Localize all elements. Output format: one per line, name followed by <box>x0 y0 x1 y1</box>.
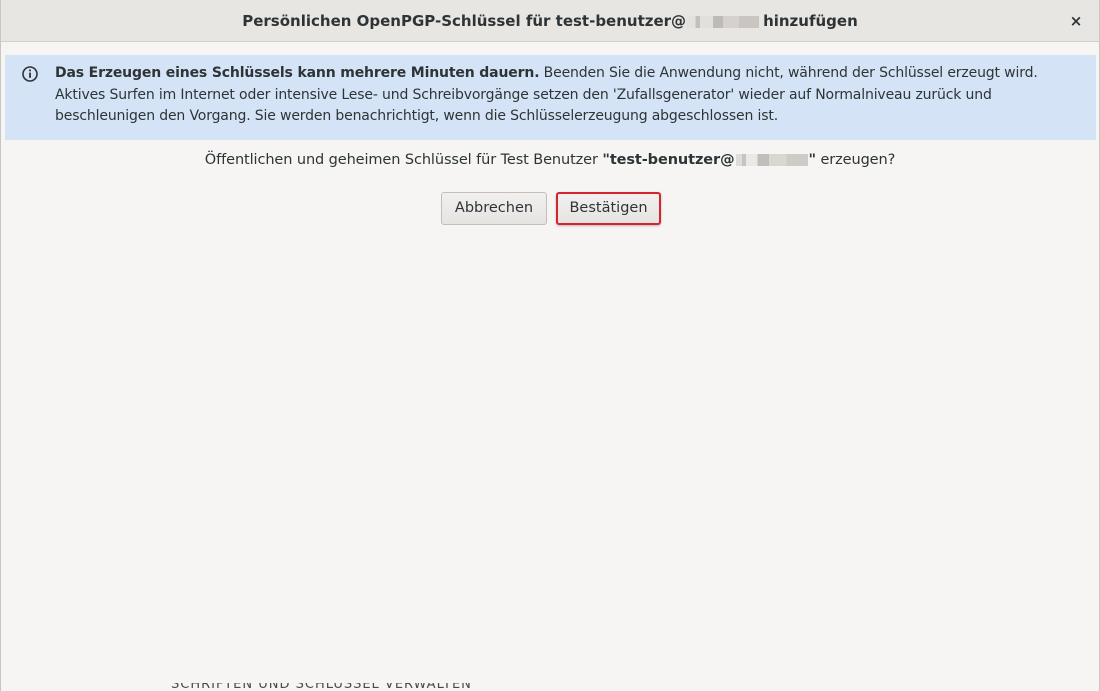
redacted-email-domain <box>735 154 808 166</box>
question-email-start: "test-benutzer@ <box>602 152 735 168</box>
close-button[interactable]: × <box>1065 10 1087 32</box>
close-icon: × <box>1069 12 1083 30</box>
window-title: Persönlichen OpenPGP-Schlüssel für test-… <box>1 0 1099 42</box>
info-circle-icon <box>22 66 38 82</box>
background-window-text: SCHRIFTEN UND SCHLÜSSEL VERWALTEN <box>171 683 546 691</box>
info-bar: Das Erzeugen eines Schlüssels kann mehre… <box>5 55 1096 140</box>
background-window-label: SCHRIFTEN UND SCHLÜSSEL VERWALTEN <box>171 683 472 691</box>
question-email-end: " <box>808 152 817 168</box>
window-title-start: Persönlichen OpenPGP-Schlüssel für test-… <box>242 12 687 30</box>
title-bar: Persönlichen OpenPGP-Schlüssel für test-… <box>1 0 1099 42</box>
question-suffix: erzeugen? <box>815 152 896 168</box>
question-email: "test-benutzer@ " <box>602 152 816 168</box>
info-message-bold: Das Erzeugen eines Schlüssels kann mehre… <box>55 65 540 81</box>
confirmation-question: Öffentlichen und geheimen Schlüssel für … <box>1 152 1099 168</box>
confirm-button[interactable]: Bestätigen <box>556 192 661 225</box>
redacted-domain <box>687 16 760 28</box>
cancel-button[interactable]: Abbrechen <box>441 192 547 225</box>
key-generation-dialog: Persönlichen OpenPGP-Schlüssel für test-… <box>0 0 1100 691</box>
info-message: Das Erzeugen eines Schlüssels kann mehre… <box>55 63 1084 128</box>
window-title-end: hinzufügen <box>763 12 858 30</box>
question-prefix: Öffentlichen und geheimen Schlüssel für … <box>204 152 603 168</box>
